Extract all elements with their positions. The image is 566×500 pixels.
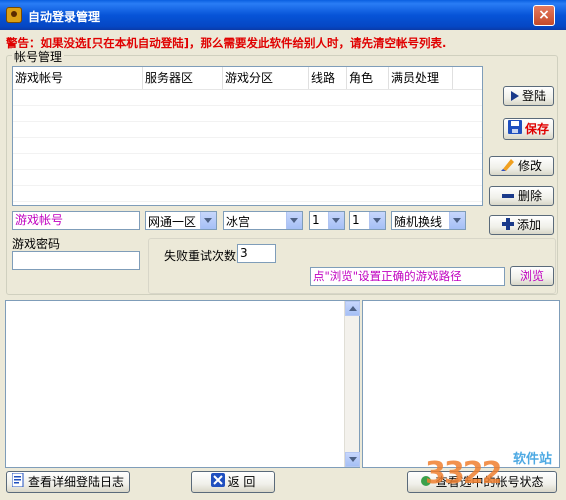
play-icon [510,88,519,106]
column-header-server[interactable]: 服务器区 [143,67,223,89]
chevron-down-icon[interactable] [369,212,385,229]
account-list-header: 游戏帐号 服务器区 游戏分区 线路 角色 满员处理 [13,67,482,90]
game-path-field[interactable]: 点"浏览"设置正确的游戏路径 [310,267,505,286]
close-x-icon [210,472,225,493]
role-select[interactable]: 1 [349,211,386,230]
column-header-full-handling[interactable]: 满员处理 [389,67,453,89]
retry-count-input[interactable]: 3 [237,244,276,263]
list-row[interactable] [13,121,482,138]
document-icon [11,472,25,493]
chevron-down-icon[interactable] [449,212,465,229]
modify-button[interactable]: 修改 [489,156,554,176]
list-row[interactable] [13,169,482,186]
column-header-role[interactable]: 角色 [347,67,389,89]
list-row[interactable] [13,137,482,154]
account-list[interactable]: 游戏帐号 服务器区 游戏分区 线路 角色 满员处理 [12,66,483,206]
browse-button[interactable]: 浏览 [510,266,554,286]
column-header-account[interactable]: 游戏帐号 [13,67,143,89]
chevron-down-icon[interactable] [328,212,344,229]
status-panel[interactable] [362,300,560,468]
edit-icon [500,157,515,176]
back-button[interactable]: 返 回 [191,471,275,493]
account-group-legend: 帐号管理 [12,48,65,65]
server-area-select[interactable]: 网通一区 [145,211,217,230]
column-header-line[interactable]: 线路 [309,67,347,89]
plus-icon [501,217,514,235]
app-icon [6,7,22,23]
chevron-down-icon[interactable] [200,212,216,229]
password-label: 游戏密码 [12,237,61,251]
save-button[interactable]: 保存 [503,118,554,140]
list-row[interactable] [13,89,482,106]
window-title: 自动登录管理 [28,10,101,24]
list-row[interactable] [13,153,482,170]
list-row[interactable] [13,185,482,202]
log-scrollbar[interactable] [344,301,360,467]
login-button[interactable]: 登陆 [503,86,554,106]
game-zone-select[interactable]: 冰宫 [223,211,303,230]
status-icon [420,473,432,493]
view-selected-status-button[interactable]: 查看选中的帐号状态 [407,471,557,493]
minus-icon [501,188,515,206]
scroll-down-icon[interactable] [345,452,360,467]
view-log-button[interactable]: 查看详细登陆日志 [6,471,130,493]
column-header-zone[interactable]: 游戏分区 [223,67,309,89]
full-handling-select[interactable]: 随机换线 [391,211,466,230]
warning-text: 警告：如果没选[只在本机自动登陆]，那么需要发此软件给别人时，请先清空帐号列表. [6,36,447,50]
retry-label: 失败重试次数 [164,249,237,263]
log-panel[interactable] [5,300,360,468]
chevron-down-icon[interactable] [286,212,302,229]
scroll-up-icon[interactable] [345,301,360,316]
account-input[interactable]: 游戏帐号 [12,211,140,230]
line-select[interactable]: 1 [309,211,345,230]
title-bar: 自动登录管理 × [0,0,566,30]
list-row[interactable] [13,105,482,122]
floppy-icon [507,119,522,140]
add-button[interactable]: 添加 [489,215,554,235]
password-field[interactable] [12,251,140,270]
close-button[interactable]: × [533,5,555,26]
delete-button[interactable]: 删除 [489,186,554,206]
